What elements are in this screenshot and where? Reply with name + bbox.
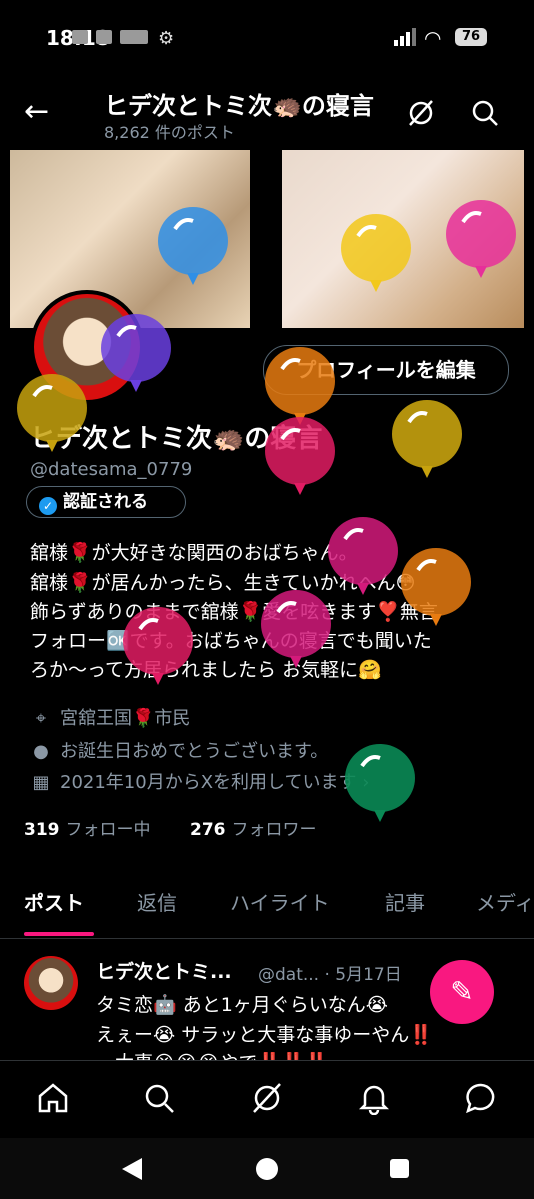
signal-icon	[394, 28, 416, 46]
post-meta: @dat... · 5月17日	[258, 965, 402, 985]
back-arrow-icon[interactable]: ←	[24, 94, 49, 129]
chevron-right-icon: ›	[362, 772, 370, 793]
post-count: 8,262 件のポスト	[104, 123, 235, 142]
profile-avatar[interactable]	[30, 290, 144, 404]
location-text: 宮舘王国🌹市民	[60, 708, 191, 729]
tab-media[interactable]: メディア	[476, 887, 534, 916]
message-icon[interactable]	[464, 1081, 498, 1115]
following-count: 319	[24, 820, 60, 840]
post-author-name[interactable]: ヒデ次とトミ...	[96, 957, 232, 984]
header-title: ヒデ次とトミ次🦔の寝言	[104, 92, 374, 120]
bio-line: フォロー🆗です。おばちゃんの寝言でも聞いた	[30, 630, 432, 652]
get-verified-label: 認証される	[63, 492, 148, 512]
wifi-icon: ◠	[424, 26, 442, 50]
compose-button[interactable]: ✎	[430, 960, 494, 1024]
bell-icon[interactable]	[357, 1081, 391, 1115]
profile-joined[interactable]: ▦ 2021年10月からXを利用しています ›	[30, 768, 369, 794]
followers-link[interactable]: 276 フォロワー	[190, 815, 317, 840]
profile-location: ⌖ 宮舘王国🌹市民	[30, 704, 191, 730]
app-notification-icon	[120, 30, 148, 44]
verified-check-icon: ✓	[39, 497, 57, 515]
birthday-text: お誕生日おめでとうございます。	[60, 741, 329, 762]
system-recents-icon[interactable]	[390, 1159, 409, 1178]
bio-line: 舘様🌹が大好きな関西のおばちゃん。	[30, 542, 358, 564]
tab-posts[interactable]: ポスト	[24, 887, 84, 916]
followers-count: 276	[190, 820, 226, 840]
mail-icon	[72, 30, 88, 44]
search-icon[interactable]	[142, 1081, 176, 1115]
grok-icon[interactable]	[406, 98, 436, 128]
grok-icon[interactable]	[250, 1081, 284, 1115]
profile-handle: @datesama_0779	[30, 459, 193, 480]
tab-articles[interactable]: 記事	[385, 887, 425, 916]
bio-line: ろか〜って方居られましたら お気軽に🤗	[30, 659, 382, 681]
followers-label: フォロワー	[231, 820, 317, 840]
tab-replies[interactable]: 返信	[137, 887, 177, 916]
settings-gear-icon: ⚙	[158, 28, 175, 49]
balloon-icon: ●	[33, 741, 49, 762]
system-back-icon[interactable]	[122, 1158, 142, 1180]
system-home-icon[interactable]	[256, 1158, 278, 1180]
home-icon[interactable]	[36, 1081, 70, 1115]
tab-highlights[interactable]: ハイライト	[230, 887, 330, 916]
post-text-line: えぇー😭 サラッと大事な事ゆーやん‼️	[96, 1024, 433, 1046]
following-link[interactable]: 319 フォロー中	[24, 815, 151, 840]
bio-line: 飾らずありのままで舘様🌹愛を呟きます❣️無言	[30, 601, 438, 623]
joined-text: 2021年10月からXを利用しています	[60, 772, 357, 793]
app-notification-icon	[96, 30, 112, 44]
profile-birthday: ● お誕生日おめでとうございます。	[30, 737, 328, 763]
banner-image-right[interactable]	[282, 150, 524, 328]
following-label: フォロー中	[65, 820, 151, 840]
calendar-icon: ▦	[32, 772, 50, 793]
tab-active-indicator	[24, 932, 94, 936]
bio-line: 舘様🌹が居んかったら、生きていかれへん😳	[30, 572, 416, 594]
get-verified-button[interactable]: ✓ 認証される	[26, 486, 186, 518]
balloon-decoration	[392, 400, 462, 478]
post-avatar[interactable]	[24, 956, 78, 1010]
banner-image-left[interactable]	[10, 150, 250, 328]
battery-icon: 76	[455, 28, 487, 46]
profile-name: ヒデ次とトミ次🦔の寝言	[30, 424, 323, 454]
divider	[0, 938, 534, 939]
compose-icon: ✎	[450, 975, 474, 1008]
search-icon[interactable]	[470, 98, 500, 128]
post-text-line: タミ恋🤖 あと1ヶ月ぐらいなん😭	[96, 994, 388, 1016]
location-pin-icon: ⌖	[35, 708, 47, 729]
edit-profile-button[interactable]: プロフィールを編集	[263, 345, 509, 395]
post-text-line: 一大事😭😭😭やで‼️‼️‼️	[96, 1048, 329, 1060]
